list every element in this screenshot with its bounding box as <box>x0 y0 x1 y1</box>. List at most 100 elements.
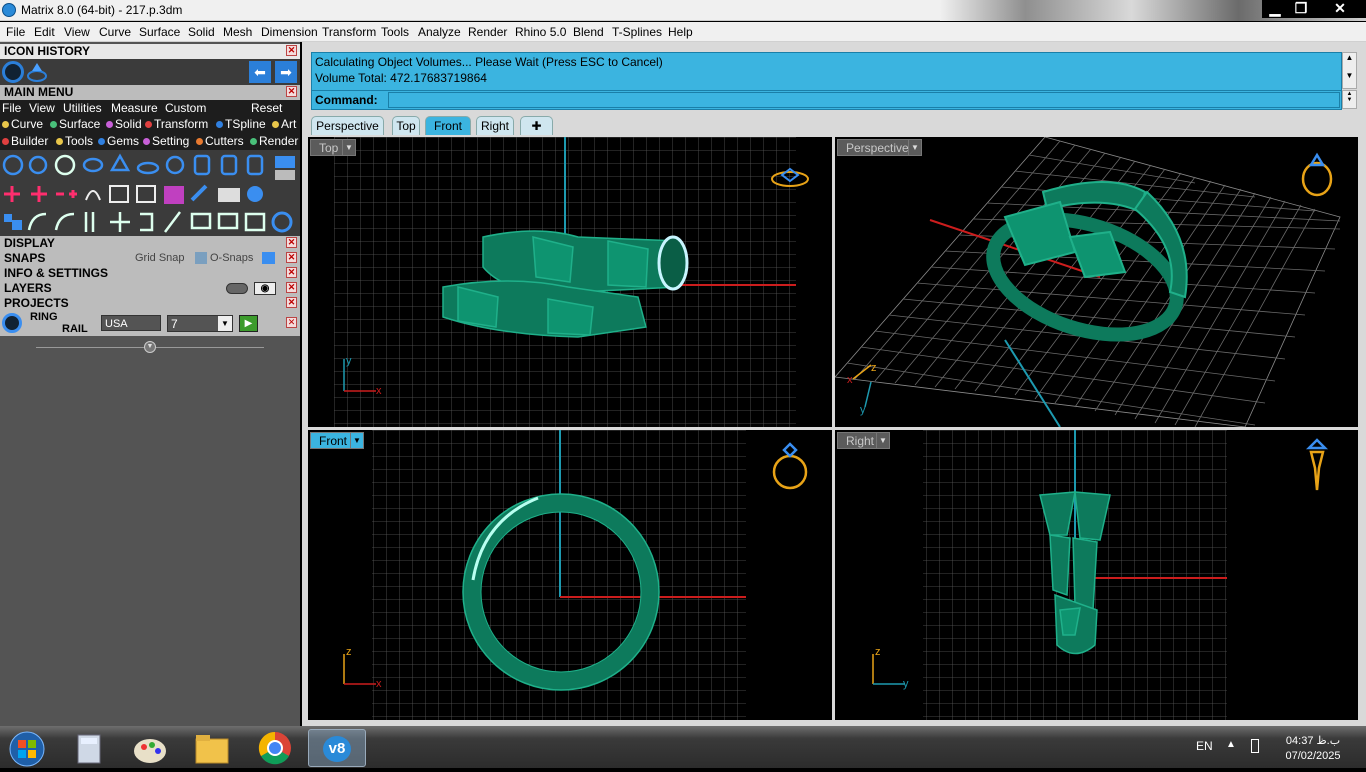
menu-edit[interactable]: Edit <box>34 25 55 39</box>
system-clock[interactable]: 04:37 ب.ظ 07/02/2025 <box>1268 734 1358 762</box>
main-menu-header[interactable]: MAIN MENU ✕ <box>0 85 300 100</box>
close-icon[interactable]: ✕ <box>286 252 297 263</box>
mm-view[interactable]: View <box>29 101 55 115</box>
menu-transform[interactable]: Transform <box>322 25 376 39</box>
calculator-icon[interactable] <box>66 729 116 767</box>
chevron-down-icon[interactable]: ▼ <box>342 139 356 156</box>
menu-file[interactable]: File <box>6 25 25 39</box>
menu-view[interactable]: View <box>64 25 90 39</box>
layer-toggle-icon[interactable] <box>226 283 248 294</box>
tab-right[interactable]: Right <box>476 116 514 135</box>
paint-icon[interactable] <box>126 729 176 767</box>
osnaps-toggle[interactable]: O-Snaps <box>210 251 253 266</box>
close-icon[interactable]: ✕ <box>286 297 297 308</box>
chevron-down-icon[interactable]: ▼ <box>876 432 890 449</box>
viewport-perspective[interactable]: x z y Perspective ▼ <box>835 137 1358 427</box>
command-scrollbar[interactable]: ▲ ▼ <box>1342 90 1357 109</box>
menu-analyze[interactable]: Analyze <box>418 25 461 39</box>
grid-snap-toggle[interactable]: Grid Snap <box>135 251 185 266</box>
cat-surface[interactable]: Surface <box>50 117 100 131</box>
tab-top[interactable]: Top <box>392 116 420 135</box>
country-select[interactable]: USA <box>101 315 161 331</box>
matrix-taskbar-button[interactable]: v8 <box>308 729 366 767</box>
maximize-button[interactable]: ❐ <box>1288 0 1314 18</box>
close-icon[interactable]: ✕ <box>286 317 297 328</box>
chevron-down-icon[interactable]: ▼ <box>218 316 232 331</box>
menu-mesh[interactable]: Mesh <box>223 25 252 39</box>
menu-curve[interactable]: Curve <box>99 25 131 39</box>
arrow-right-icon[interactable]: ➡ <box>275 61 297 83</box>
ring-rail-icon[interactable] <box>2 313 22 333</box>
projects-header[interactable]: PROJECTS ✕ <box>0 296 300 311</box>
viewport-right[interactable]: z y Right ▼ <box>835 430 1358 720</box>
history-scrollbar[interactable]: ▲ ▼ <box>1342 52 1357 89</box>
menu-solid[interactable]: Solid <box>188 25 215 39</box>
cat-cutters[interactable]: Cutters <box>196 134 244 148</box>
command-input[interactable] <box>388 92 1340 108</box>
panel-slider-handle[interactable]: ▼ <box>144 341 156 353</box>
mm-reset[interactable]: Reset <box>251 101 282 115</box>
mm-custom[interactable]: Custom <box>165 101 206 115</box>
cat-transform[interactable]: Transform <box>145 117 208 131</box>
mm-utilities[interactable]: Utilities <box>63 101 102 115</box>
ring-icon[interactable] <box>2 61 24 83</box>
ring-rail-row: RING RAIL USA 7 ▼ ▶ ✕ <box>0 311 300 336</box>
perspective-viewport-label[interactable]: Perspective <box>837 139 918 156</box>
chevron-down-icon[interactable]: ▼ <box>908 139 922 156</box>
close-icon[interactable]: ✕ <box>286 86 297 97</box>
info-settings-header[interactable]: INFO & SETTINGS ✕ <box>0 266 300 281</box>
cat-tools[interactable]: Tools <box>56 134 93 148</box>
cat-gems[interactable]: Gems <box>98 134 139 148</box>
cat-art[interactable]: Art <box>272 117 296 131</box>
close-icon[interactable]: ✕ <box>286 45 297 56</box>
menu-tsplines[interactable]: T-Splines <box>612 25 662 39</box>
cat-builder[interactable]: Builder <box>2 134 48 148</box>
mm-measure[interactable]: Measure <box>111 101 158 115</box>
battery-icon[interactable] <box>1251 739 1259 753</box>
front-view-canvas: z x <box>343 430 808 720</box>
menu-tools[interactable]: Tools <box>381 25 409 39</box>
viewport-top[interactable]: y x Top ▼ <box>308 137 832 427</box>
right-z-axis-label: z <box>875 646 881 658</box>
play-button[interactable]: ▶ <box>239 315 258 332</box>
language-indicator[interactable]: EN <box>1196 739 1213 753</box>
tab-front[interactable]: Front <box>425 116 471 135</box>
close-icon[interactable]: ✕ <box>286 267 297 278</box>
chrome-icon[interactable] <box>250 729 300 767</box>
menu-dimension[interactable]: Dimension <box>261 25 318 39</box>
menu-rhino5[interactable]: Rhino 5.0 <box>515 25 566 39</box>
cat-setting[interactable]: Setting <box>143 134 189 148</box>
cat-solid[interactable]: Solid <box>106 117 142 131</box>
cat-tspline[interactable]: TSpline <box>216 117 266 131</box>
ring-size-select[interactable]: 7 ▼ <box>167 315 233 332</box>
menu-help[interactable]: Help <box>668 25 693 39</box>
layers-header[interactable]: LAYERS ◉ ✕ <box>0 281 300 296</box>
start-button[interactable] <box>3 729 51 767</box>
minimize-button[interactable]: ▁ <box>1262 0 1288 18</box>
file-explorer-icon[interactable] <box>188 729 238 767</box>
mm-file[interactable]: File <box>2 101 21 115</box>
gem-ring-icon[interactable] <box>26 61 48 83</box>
arrow-left-icon[interactable]: ⬅ <box>249 61 271 83</box>
menu-surface[interactable]: Surface <box>139 25 180 39</box>
cat-render[interactable]: Render <box>250 134 298 148</box>
close-icon[interactable]: ✕ <box>286 282 297 293</box>
eye-icon[interactable]: ◉ <box>254 282 276 295</box>
tool-icons[interactable] <box>0 150 300 236</box>
icon-history-header[interactable]: ICON HISTORY ✕ <box>0 44 300 59</box>
tray-expand-icon[interactable]: ▲ <box>1226 739 1236 750</box>
snaps-header[interactable]: SNAPS Grid Snap O-Snaps ✕ <box>0 251 300 266</box>
add-tab-button[interactable]: ✚ <box>520 116 553 135</box>
menu-render[interactable]: Render <box>468 25 507 39</box>
tab-perspective[interactable]: Perspective <box>311 116 384 135</box>
matrix-v8-icon: v8 <box>323 736 351 762</box>
menu-blend[interactable]: Blend <box>573 25 604 39</box>
chevron-down-icon[interactable]: ▼ <box>350 432 364 449</box>
osnap-icon[interactable] <box>195 252 207 264</box>
cat-curve[interactable]: Curve <box>2 117 43 131</box>
close-icon[interactable]: ✕ <box>286 237 297 248</box>
display-header[interactable]: DISPLAY ✕ <box>0 236 300 251</box>
snap-info-icon[interactable] <box>262 252 275 264</box>
viewport-front[interactable]: z x Front ▼ <box>308 430 832 720</box>
close-button[interactable]: ✕ <box>1314 0 1366 18</box>
